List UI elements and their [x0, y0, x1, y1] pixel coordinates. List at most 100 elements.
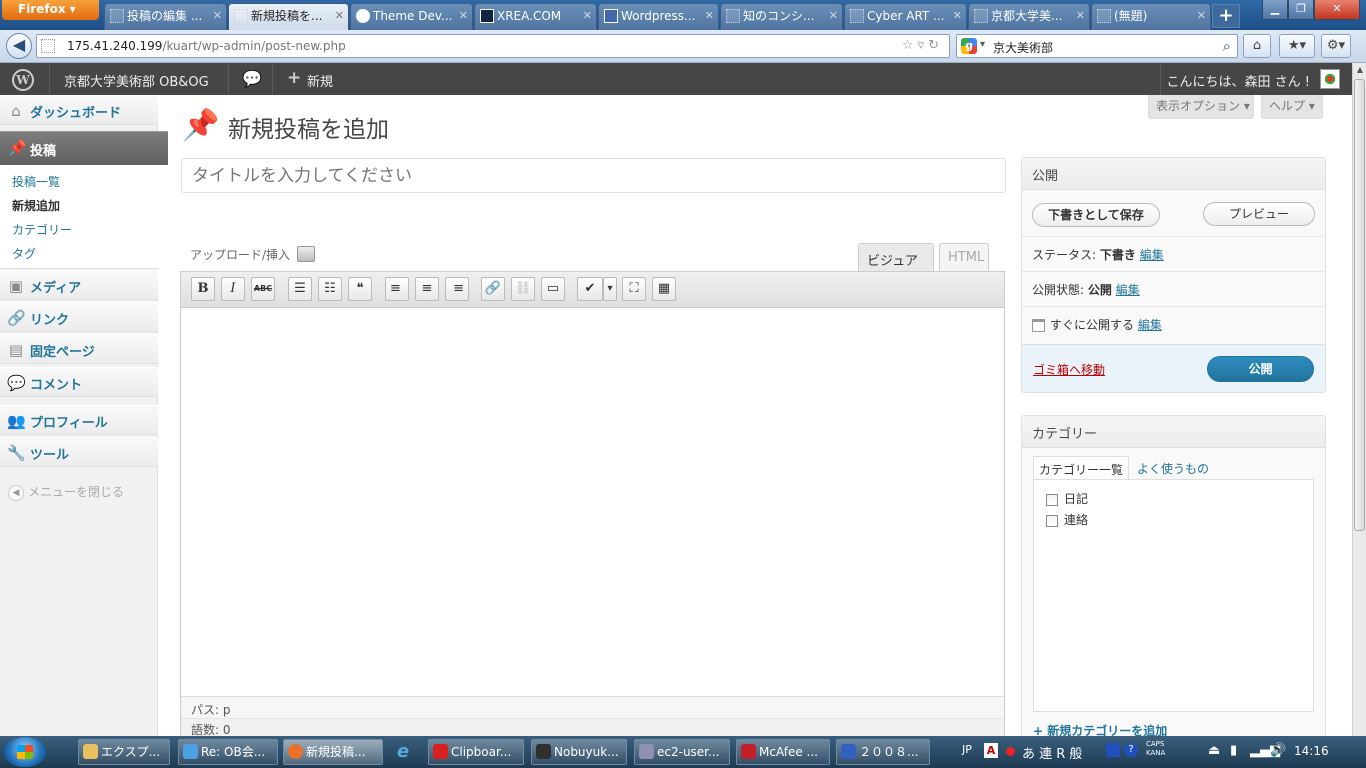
addon-icon[interactable]: ⚙▾	[1321, 34, 1351, 58]
volume-icon[interactable]: 🔊	[1270, 743, 1286, 758]
usb-icon[interactable]: ⏏	[1208, 743, 1220, 758]
edit-status-link[interactable]: 編集	[1140, 248, 1164, 262]
site-name-link[interactable]: 京都大学美術部 OB&OG	[64, 71, 209, 90]
submenu-add-new[interactable]: 新規追加	[12, 197, 60, 214]
close-icon[interactable]: ✕	[829, 4, 838, 28]
taskbar-item-nobuyuki[interactable]: Nobuyuk...	[531, 739, 627, 765]
fullscreen-icon[interactable]: ⛶	[622, 277, 646, 301]
checkbox[interactable]	[1046, 514, 1058, 527]
signal-icon[interactable]: ▮	[1230, 743, 1237, 758]
language-indicator[interactable]: JP	[962, 743, 972, 756]
close-icon[interactable]: ✕	[953, 4, 962, 28]
tab-visual[interactable]: ビジュアル	[858, 243, 934, 288]
close-icon[interactable]: ✕	[583, 4, 592, 28]
close-icon[interactable]: ✕	[213, 4, 222, 28]
screen-options-button[interactable]: 表示オプション ▾	[1148, 95, 1254, 119]
help-icon[interactable]: ?	[1124, 743, 1138, 757]
tab-kyoto-art[interactable]: 京都大学美... ✕	[968, 3, 1090, 30]
add-media-icon[interactable]	[297, 246, 315, 262]
plus-icon[interactable]: +	[287, 68, 301, 88]
blockquote-icon[interactable]: ❝	[348, 277, 372, 301]
unlink-icon[interactable]: ⛓	[511, 277, 535, 301]
spellcheck-icon[interactable]: ✔	[577, 277, 603, 301]
insert-link-icon[interactable]: 🔗	[481, 277, 505, 301]
edit-schedule-link[interactable]: 編集	[1138, 318, 1162, 332]
categories-box-title[interactable]: カテゴリー	[1022, 416, 1325, 448]
maximize-icon[interactable]: ❐	[1288, 0, 1314, 20]
post-title-input[interactable]	[181, 158, 1006, 193]
taskbar-item-firefox[interactable]: 新規投稿...	[283, 739, 383, 765]
close-icon[interactable]: ✕	[1197, 4, 1206, 28]
account-greeting[interactable]: こんにちは、森田 さん !	[1167, 71, 1310, 90]
category-item[interactable]: 連絡	[1046, 511, 1088, 528]
close-icon[interactable]: ✕	[459, 4, 468, 28]
scrollbar-thumb[interactable]	[1354, 79, 1365, 531]
sidebar-item-links[interactable]: 🔗 リンク	[0, 302, 158, 332]
close-icon[interactable]: ✕	[335, 4, 344, 28]
sidebar-item-comments[interactable]: 💬 コメント	[0, 367, 158, 397]
help-button[interactable]: ヘルプ ▾	[1261, 95, 1323, 119]
category-item[interactable]: 日記	[1046, 490, 1088, 507]
taskbar-item-mcafee[interactable]: McAfee ...	[736, 739, 830, 765]
tab-most-used[interactable]: よく使うもの	[1132, 456, 1214, 480]
move-to-trash-link[interactable]: ゴミ箱へ移動	[1033, 361, 1105, 378]
minimize-icon[interactable]: ▁	[1262, 0, 1288, 20]
taskbar-item-ssh[interactable]: ec2-user...	[634, 739, 730, 765]
strikethrough-button[interactable]: ABC	[251, 277, 275, 301]
submenu-all-posts[interactable]: 投稿一覧	[12, 173, 60, 190]
bookmarks-icon[interactable]: ★▾	[1279, 34, 1315, 58]
google-icon[interactable]: g	[961, 38, 977, 54]
start-button[interactable]	[4, 737, 46, 767]
preview-button[interactable]: プレビュー	[1203, 202, 1315, 226]
scroll-up-icon[interactable]: ▲	[1353, 63, 1366, 77]
ime-toolbar-icon[interactable]	[1106, 743, 1120, 757]
taskbar-item-mail[interactable]: Re: OB会...	[178, 739, 278, 765]
sidebar-item-tools[interactable]: 🔧 ツール	[0, 437, 158, 467]
bookmark-star-icon[interactable]: ☆▿↻	[902, 38, 943, 53]
editor-content-area[interactable]	[181, 308, 1004, 696]
comments-icon[interactable]: 💬	[242, 69, 262, 88]
submenu-categories[interactable]: カテゴリー	[12, 221, 72, 238]
avatar[interactable]	[1320, 69, 1340, 89]
sidebar-item-dashboard[interactable]: ⌂ ダッシュボード	[0, 95, 158, 125]
wordpress-logo-icon[interactable]: W	[12, 69, 34, 91]
tab-all-categories[interactable]: カテゴリー一覧	[1033, 456, 1130, 480]
close-icon[interactable]: ✕	[705, 4, 714, 28]
edit-visibility-link[interactable]: 編集	[1116, 283, 1140, 297]
sidebar-item-pages[interactable]: ▤ 固定ページ	[0, 334, 158, 364]
kitchen-sink-icon[interactable]: ▦	[652, 277, 676, 301]
clock[interactable]: 14:16	[1294, 744, 1329, 758]
sidebar-item-posts[interactable]: 📌 投稿	[0, 131, 168, 165]
search-input[interactable]: 京大美術部	[993, 39, 1053, 56]
url-bar[interactable]: 175.41.240.199/kuart/wp-admin/post-new.p…	[36, 34, 950, 58]
internet-explorer-icon[interactable]: e	[392, 741, 414, 763]
taskbar-item-document[interactable]: ２００８...	[836, 739, 930, 765]
collapse-menu-button[interactable]: ◀ メニューを閉じる	[8, 483, 124, 501]
ime-mode-indicator[interactable]: あ 連 R 般	[1022, 743, 1082, 762]
tab-cyber-art[interactable]: Cyber ART ... ✕	[844, 3, 967, 30]
publish-button[interactable]: 公開	[1207, 356, 1314, 382]
checkbox[interactable]	[1046, 493, 1058, 506]
close-window-icon[interactable]: ✕	[1314, 0, 1360, 20]
sidebar-item-profile[interactable]: 👥 プロフィール	[0, 405, 158, 435]
tab-html[interactable]: HTML	[939, 243, 989, 271]
tab-xrea[interactable]: XREA.COM ✕	[474, 3, 597, 30]
save-draft-button[interactable]: 下書きとして保存	[1032, 203, 1160, 227]
align-left-icon[interactable]: ≡	[385, 277, 409, 301]
taskbar-item-clipboard[interactable]: Clipboar...	[428, 739, 524, 765]
tab-theme-dev[interactable]: Theme Dev... ✕	[350, 3, 473, 30]
sidebar-item-media[interactable]: ▣ メディア	[0, 270, 158, 300]
new-content-link[interactable]: 新規	[307, 71, 333, 90]
publish-box-title[interactable]: 公開	[1022, 158, 1325, 190]
taskbar-item-explorer[interactable]: エクスプ...	[78, 739, 170, 765]
chevron-down-icon[interactable]: ▾	[603, 277, 617, 301]
new-tab-button[interactable]: +	[1212, 4, 1240, 28]
submenu-tags[interactable]: タグ	[12, 245, 36, 262]
italic-button[interactable]: I	[221, 277, 245, 301]
tab-untitled[interactable]: (無題) ✕	[1091, 3, 1211, 30]
home-icon[interactable]: ⌂	[1243, 34, 1271, 58]
numbered-list-icon[interactable]: ☷	[318, 277, 342, 301]
chevron-down-icon[interactable]: ▾	[980, 39, 985, 50]
ime-pad-icon[interactable]: A	[984, 743, 998, 758]
bulleted-list-icon[interactable]: ☰	[288, 277, 312, 301]
